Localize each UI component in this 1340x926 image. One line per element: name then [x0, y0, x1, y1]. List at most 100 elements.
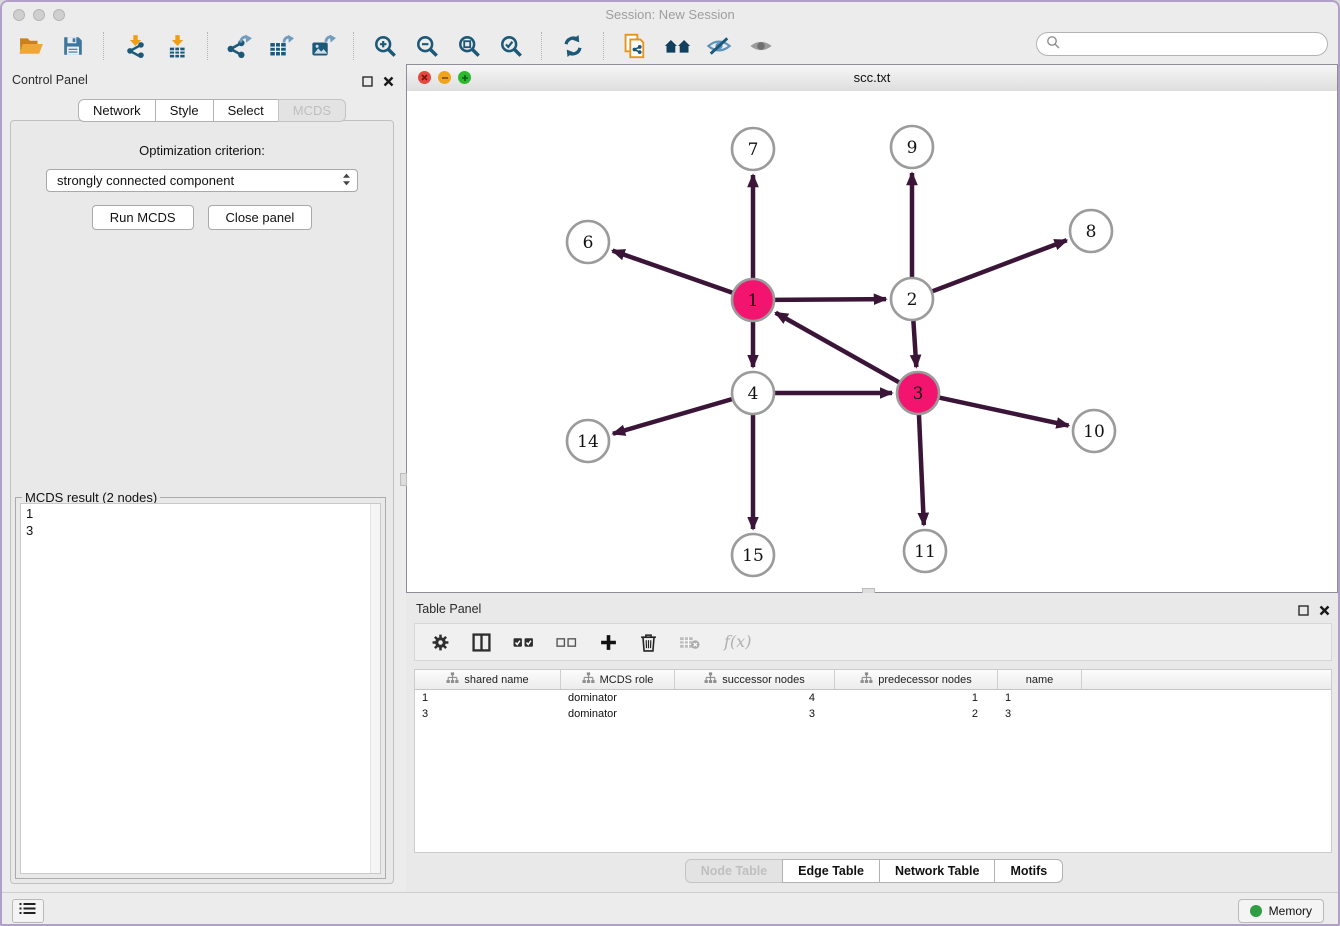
- column-header-shared-name[interactable]: shared name: [415, 670, 561, 689]
- toggle-columns-icon[interactable]: [472, 633, 491, 652]
- graph-node-11[interactable]: 11: [904, 530, 946, 572]
- column-type-icon: [860, 672, 873, 687]
- table-panel-title: Table Panel: [416, 602, 481, 616]
- column-header-successor-nodes[interactable]: successor nodes: [675, 670, 835, 689]
- export-table-icon[interactable]: [266, 31, 296, 61]
- svg-text:15: 15: [742, 546, 764, 566]
- graph-node-6[interactable]: 6: [567, 221, 609, 263]
- column-header-name[interactable]: name: [998, 670, 1082, 689]
- list-icon: [19, 901, 37, 921]
- graph-node-3[interactable]: 3: [897, 372, 939, 414]
- graph-node-10[interactable]: 10: [1073, 410, 1115, 452]
- svg-text:11: 11: [914, 542, 936, 562]
- float-table-panel-icon[interactable]: [1298, 603, 1309, 621]
- table-row[interactable]: 1dominator411: [415, 690, 1331, 706]
- import-table-icon[interactable]: [162, 31, 192, 61]
- table-tab-edge-table[interactable]: Edge Table: [782, 859, 880, 883]
- vertical-splitter-grip[interactable]: [400, 473, 407, 486]
- table-panel: Table Panel f(x) shared name MCDS role suc…: [406, 593, 1340, 892]
- add-column-icon[interactable]: [599, 633, 618, 652]
- graph-edge-2-3[interactable]: [913, 320, 916, 367]
- svg-text:9: 9: [907, 138, 918, 158]
- graph-node-4[interactable]: 4: [732, 372, 774, 414]
- toolbar-separator: [603, 32, 605, 60]
- search-input[interactable]: [1066, 36, 1318, 52]
- close-table-panel-icon[interactable]: [1319, 603, 1330, 621]
- close-panel-button[interactable]: Close panel: [208, 205, 313, 230]
- float-panel-icon[interactable]: [362, 74, 373, 92]
- graph-node-1[interactable]: 1: [732, 279, 774, 321]
- close-panel-icon[interactable]: [383, 74, 394, 92]
- column-header-label: shared name: [464, 674, 528, 686]
- table-tab-node-table[interactable]: Node Table: [685, 859, 783, 883]
- search-box: [1036, 32, 1328, 56]
- svg-text:3: 3: [913, 384, 924, 404]
- table-row[interactable]: 3dominator323: [415, 706, 1331, 722]
- graph-edge-3-1[interactable]: [776, 313, 900, 383]
- hide-selected-icon[interactable]: [704, 31, 734, 61]
- table-settings-icon[interactable]: [431, 633, 450, 652]
- deselect-all-rows-icon[interactable]: [556, 636, 577, 649]
- graph-node-15[interactable]: 15: [732, 534, 774, 576]
- table-tab-network-table[interactable]: Network Table: [879, 859, 996, 883]
- graph-node-9[interactable]: 9: [891, 126, 933, 168]
- delete-columns-icon[interactable]: [640, 633, 657, 652]
- home-views-icon[interactable]: [662, 31, 692, 61]
- run-mcds-button[interactable]: Run MCDS: [92, 205, 194, 230]
- table-cell: 3: [415, 708, 561, 720]
- mcds-result-scrollbar[interactable]: [370, 504, 380, 873]
- table-cell: 1: [998, 692, 1082, 704]
- graph-edge-2-8[interactable]: [932, 240, 1067, 291]
- zoom-out-icon[interactable]: [412, 31, 442, 61]
- save-session-icon[interactable]: [58, 31, 88, 61]
- svg-text:10: 10: [1083, 422, 1105, 442]
- graph-node-7[interactable]: 7: [732, 128, 774, 170]
- graph-edge-4-14[interactable]: [613, 399, 733, 434]
- mcds-result-text[interactable]: 1 3: [20, 503, 381, 874]
- column-header-label: successor nodes: [722, 674, 805, 686]
- table-tabs: Node TableEdge TableNetwork TableMotifs: [406, 859, 1340, 883]
- tab-mcds[interactable]: MCDS: [278, 99, 346, 122]
- table-cell: 3: [675, 708, 835, 720]
- memory-status-icon: [1250, 905, 1262, 917]
- refresh-layout-icon[interactable]: [558, 31, 588, 61]
- mcds-result-box: MCDS result (2 nodes) 1 3: [15, 497, 386, 879]
- criterion-dropdown[interactable]: strongly connected component: [46, 169, 358, 192]
- table-tab-motifs[interactable]: Motifs: [994, 859, 1063, 883]
- export-image-icon[interactable]: [308, 31, 338, 61]
- zoom-selected-icon[interactable]: [496, 31, 526, 61]
- task-history-button[interactable]: [12, 899, 44, 923]
- graph-node-8[interactable]: 8: [1070, 210, 1112, 252]
- network-view-window: scc.txt 7 9 6 8 1 2 4 3 14 10 15 11: [406, 64, 1338, 593]
- export-network-icon[interactable]: [224, 31, 254, 61]
- open-session-icon[interactable]: [16, 31, 46, 61]
- zoom-in-icon[interactable]: [370, 31, 400, 61]
- main-toolbar: [2, 28, 1338, 65]
- network-view-titlebar: scc.txt: [407, 65, 1337, 92]
- graph-edge-3-10[interactable]: [939, 397, 1069, 425]
- tab-select[interactable]: Select: [213, 99, 279, 122]
- column-header-predecessor-nodes[interactable]: predecessor nodes: [835, 670, 998, 689]
- network-view-title: scc.txt: [407, 70, 1337, 85]
- zoom-fit-icon[interactable]: [454, 31, 484, 61]
- tab-network[interactable]: Network: [78, 99, 156, 122]
- column-type-icon: [704, 672, 717, 687]
- import-network-icon[interactable]: [120, 31, 150, 61]
- toolbar-separator: [353, 32, 355, 60]
- graph-edge-3-11[interactable]: [919, 414, 924, 525]
- graph-node-2[interactable]: 2: [891, 278, 933, 320]
- column-header-label: name: [1026, 674, 1054, 686]
- column-header-mcds-role[interactable]: MCDS role: [561, 670, 675, 689]
- tab-style[interactable]: Style: [155, 99, 214, 122]
- graph-edge-1-2[interactable]: [774, 299, 886, 300]
- select-all-rows-icon[interactable]: [513, 636, 534, 649]
- graph-edge-1-6[interactable]: [613, 251, 734, 293]
- memory-button[interactable]: Memory: [1238, 899, 1324, 923]
- criterion-dropdown-value: strongly connected component: [57, 173, 342, 188]
- duplicate-network-icon[interactable]: [620, 31, 650, 61]
- optimization-criterion-label: Optimization criterion:: [11, 143, 393, 158]
- network-canvas[interactable]: 7 9 6 8 1 2 4 3 14 10 15 11: [407, 91, 1337, 592]
- graph-node-14[interactable]: 14: [567, 420, 609, 462]
- apply-function-icon: f(x): [722, 632, 754, 652]
- column-type-icon: [582, 672, 595, 687]
